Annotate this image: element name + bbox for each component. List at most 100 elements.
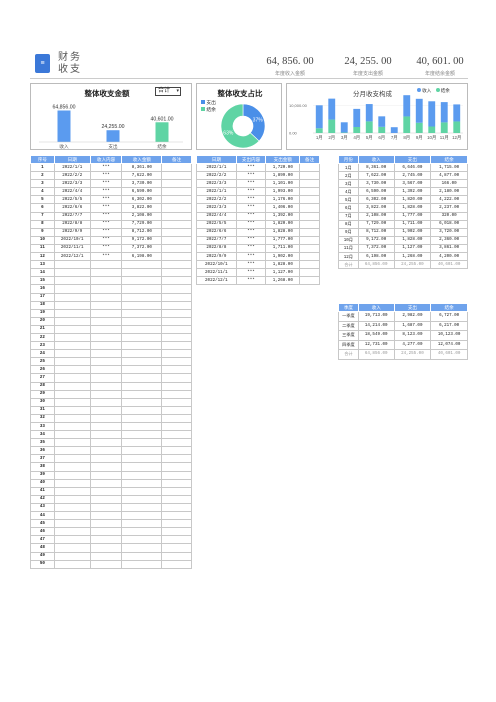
table-row: 2022/4/4 *** 1,392.00 — [196, 211, 320, 221]
total-dropdown[interactable]: 合计 ▾ — [155, 87, 181, 96]
table-cell — [53, 535, 91, 545]
annual-income-value: 64, 856. 00 — [266, 56, 314, 67]
table-cell — [53, 421, 91, 432]
table-cell — [161, 308, 192, 318]
table-cell — [89, 543, 123, 553]
table-cell — [53, 308, 91, 318]
annual-expense-value: 24, 255. 00 — [344, 56, 392, 67]
column-header: 备注 — [161, 155, 192, 164]
table-cell: 合计 — [338, 260, 359, 270]
table-cell: 2,180.00 — [430, 187, 468, 197]
table-cell: 26 — [30, 365, 55, 375]
table-cell — [89, 373, 123, 383]
table-cell: 2022/4/4 — [196, 211, 237, 221]
month-tick-label: 6月 — [378, 135, 385, 141]
table-cell: *** — [235, 219, 267, 229]
table-cell: 19 — [30, 308, 55, 318]
table-cell: 6,198.00 — [121, 252, 163, 262]
slice-percent-label: 63% — [223, 130, 234, 136]
table-cell: 166.00 — [430, 179, 468, 189]
table-row: 33 — [30, 421, 192, 432]
table-cell — [161, 381, 192, 391]
table-cell: 9月 — [338, 227, 359, 237]
table-cell: 一季度 — [338, 311, 359, 322]
table-row: 44 — [30, 511, 192, 521]
table-cell: 3,822.00 — [357, 203, 395, 213]
table-cell: 3,730.00 — [357, 179, 395, 189]
table-cell: 5月 — [338, 195, 359, 205]
table-cell — [89, 430, 123, 440]
table-row: 2022/1/1 *** 1,993.00 — [196, 187, 320, 197]
table-cell — [161, 413, 192, 424]
table-row: 2 2022/2/2 *** 7,622.00 — [30, 171, 192, 181]
column-header: 支出 — [393, 303, 432, 312]
column-header: 月份 — [338, 155, 359, 164]
table-cell — [121, 543, 163, 553]
table-cell: 2022/2/2 — [196, 195, 237, 205]
table-cell: *** — [235, 187, 267, 197]
table-cell: 6,302.00 — [357, 195, 395, 205]
table-cell: 7 — [30, 211, 55, 221]
table-cell — [121, 373, 163, 383]
table-cell — [121, 389, 163, 399]
table-cell: 14,214.00 — [357, 320, 395, 331]
table-cell: 18,549.00 — [357, 330, 395, 341]
table-cell: 1,711.00 — [393, 219, 432, 229]
table-cell: 45 — [30, 519, 55, 529]
table-cell: 9 — [30, 227, 55, 237]
table-cell — [53, 470, 91, 480]
table-cell: 6 — [30, 203, 55, 213]
bar-结余-6月 — [378, 126, 386, 133]
table-row: 12月 6,198.00 1,268.00 4,200.00 — [338, 252, 468, 262]
table-cell — [161, 430, 192, 440]
table-cell: *** — [235, 179, 267, 189]
table-row: 27 — [30, 373, 192, 383]
table-cell — [161, 486, 192, 496]
month-tick-label: 5月 — [366, 135, 373, 141]
table-row: 17 — [30, 292, 192, 302]
table-cell: 1,828.00 — [265, 260, 301, 270]
table-cell: 2022/10/1 — [53, 235, 91, 245]
table-cell: 6,217.00 — [430, 320, 468, 331]
table-cell — [53, 494, 91, 504]
table-row: 3 2022/3/3 *** 3,730.00 — [30, 179, 192, 189]
table-cell — [121, 324, 163, 334]
table-cell — [121, 551, 163, 561]
table-cell — [161, 324, 192, 334]
bar-收入 — [57, 110, 71, 142]
table-cell — [161, 478, 192, 488]
bar-结余-1月 — [315, 128, 323, 133]
table-cell — [121, 527, 163, 537]
table-cell — [161, 341, 192, 351]
table-cell: 2022/9/9 — [53, 227, 91, 237]
table-cell — [89, 357, 123, 367]
table-cell — [53, 405, 91, 415]
table-cell: 11 — [30, 243, 55, 254]
table-cell — [161, 187, 192, 197]
table-cell: 3 — [30, 179, 55, 189]
bar-value-label: 24,255.00 — [101, 124, 124, 130]
table-cell: 2022/11/1 — [53, 243, 91, 254]
table-cell — [161, 162, 192, 173]
table-cell: 2022/5/5 — [196, 219, 237, 229]
table-row: 2022/5/5 *** 1,820.00 — [196, 219, 320, 229]
table-cell — [89, 519, 123, 529]
table-cell — [299, 227, 320, 237]
bar-收入-2月 — [328, 98, 336, 120]
table-cell — [161, 454, 192, 464]
table-cell: 2022/4/4 — [53, 187, 91, 197]
table-cell: 7,622.00 — [121, 171, 163, 181]
column-header: 序号 — [30, 155, 55, 164]
table-cell — [89, 494, 123, 504]
table-cell — [161, 292, 192, 302]
table-cell — [121, 511, 163, 521]
table-cell: 12,731.00 — [357, 339, 395, 350]
table-row: 35 — [30, 438, 192, 448]
y-tick-label: 10,000.00 — [289, 103, 308, 108]
table-cell — [121, 486, 163, 496]
table-cell: 12,074.00 — [430, 339, 468, 350]
table-cell: 1,902.00 — [265, 252, 301, 262]
table-cell — [121, 494, 163, 504]
table-cell: 40,601.00 — [430, 260, 468, 270]
table-cell: 1,101.00 — [265, 179, 301, 189]
